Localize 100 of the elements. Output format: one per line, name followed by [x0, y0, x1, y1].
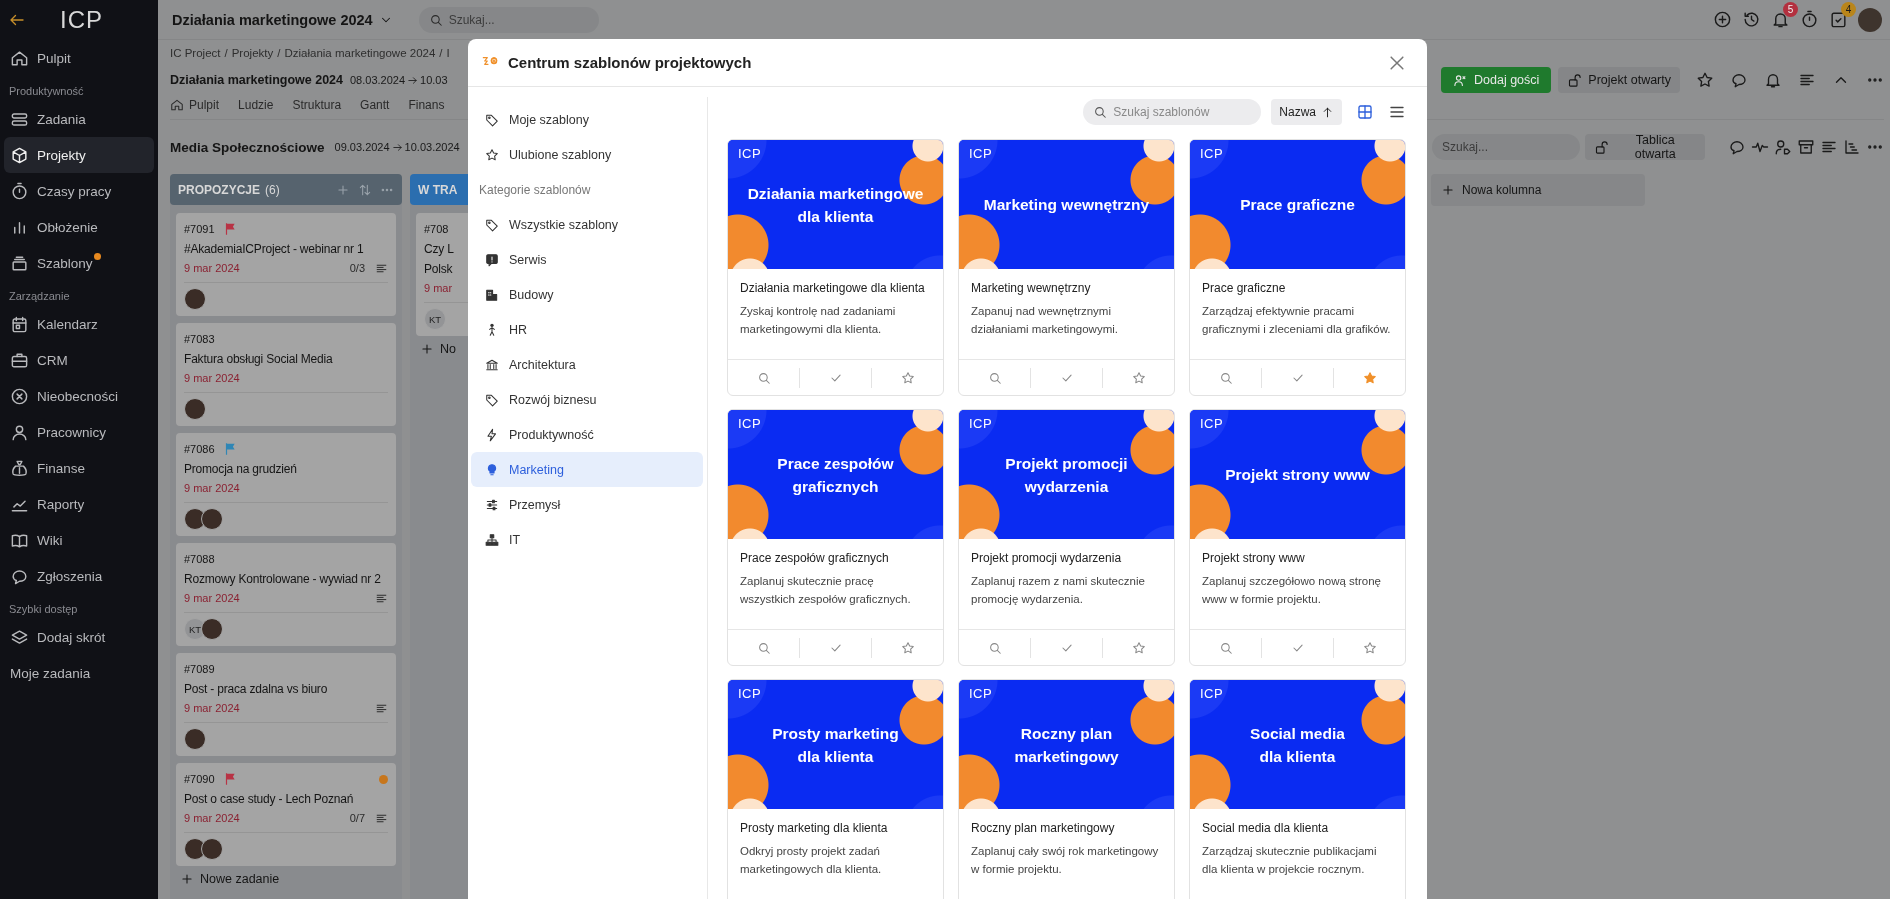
- tab[interactable]: Gantt: [360, 97, 390, 112]
- padlock-icon: [1593, 139, 1609, 155]
- date-text: 10.03: [420, 74, 448, 86]
- sidebar-item[interactable]: Pulpit: [4, 40, 154, 76]
- sidebar-item[interactable]: Finanse: [4, 450, 154, 486]
- sidebar-item[interactable]: Nieobecności: [4, 378, 154, 414]
- breadcrumb-link[interactable]: Działania marketingowe 2024: [284, 47, 436, 59]
- clipboard-check-icon[interactable]: [1829, 10, 1848, 29]
- sidebar-item[interactable]: Raporty: [4, 486, 154, 522]
- date-text: 10.03.2024: [404, 141, 460, 153]
- category-item[interactable]: HR: [471, 312, 703, 347]
- category-item[interactable]: IT: [471, 522, 703, 557]
- category-item[interactable]: Budowy: [471, 277, 703, 312]
- tab[interactable]: Struktura: [292, 97, 342, 112]
- bell-icon[interactable]: [1764, 71, 1782, 89]
- banner-title: Prace zespołów graficznych: [777, 453, 894, 497]
- gantt-icon[interactable]: [1843, 138, 1861, 156]
- banner-logo: ICP: [969, 146, 993, 161]
- breadcrumb-link[interactable]: IC Project: [170, 47, 221, 59]
- plus-circle-icon[interactable]: [1713, 10, 1732, 29]
- banner-logo: ICP: [1200, 146, 1224, 161]
- task-id: #7090: [184, 773, 215, 785]
- sidebar-item[interactable]: Szablony: [4, 245, 154, 281]
- tab[interactable]: Ludzie: [238, 97, 274, 112]
- template-card[interactable]: ICP Prace graficzne Prace graficzne Zarządzaj efektywnie pracami graficznymi i zleceniami dla grafików.: [1189, 139, 1406, 396]
- breadcrumb-link[interactable]: I: [446, 47, 450, 59]
- bell-icon[interactable]: [1771, 10, 1790, 29]
- due-date: 9 mar 2024: [184, 372, 240, 384]
- sidebar-item[interactable]: CRM: [4, 342, 154, 378]
- category-item[interactable]: Produktywność: [471, 417, 703, 452]
- banner-title: Roczny plan marketingowy: [1014, 723, 1119, 767]
- category-item[interactable]: Serwis: [471, 242, 703, 277]
- task-title: Czy L Polsk: [424, 241, 454, 278]
- add-guests-button[interactable]: Dodaj gości: [1441, 67, 1552, 93]
- task-card[interactable]: #7091 #AkademiaICProject - webinar nr 1 9 mar 2024 0/3: [176, 213, 396, 316]
- tab[interactable]: Pulpit: [170, 97, 220, 112]
- template-title: Działania marketingowe dla klienta: [740, 280, 926, 296]
- banner-title: Projekt strony www: [1225, 465, 1370, 485]
- breadcrumb-separator: /: [224, 47, 228, 59]
- task-card[interactable]: #7086 Promocja na grudzień 9 mar 2024: [176, 433, 396, 536]
- sidebar-item[interactable]: Projekty: [4, 137, 154, 173]
- archive-icon[interactable]: [1797, 138, 1815, 156]
- chat-icon[interactable]: [1730, 71, 1748, 89]
- task-id: #7086: [184, 443, 215, 455]
- x-circle-icon: [10, 386, 29, 406]
- lock-button[interactable]: Projekt otwarty: [1558, 67, 1680, 93]
- history-icon[interactable]: [1742, 10, 1761, 29]
- category-item[interactable]: Rozwój biznesu: [471, 382, 703, 417]
- project-selector[interactable]: Działania marketingowe 2024: [172, 11, 393, 28]
- sidebar-item[interactable]: Wiki: [4, 522, 154, 558]
- grid-view-icon[interactable]: [1356, 103, 1374, 121]
- due-date: 9 mar 2024: [184, 812, 240, 824]
- task-card[interactable]: #7088 Rozmowy Kontrolowane - wywiad nr 2 9 mar 2024 KT: [176, 543, 396, 646]
- sidebar-item[interactable]: Zgłoszenia: [4, 558, 154, 594]
- chat-icon[interactable]: [1728, 138, 1746, 156]
- task-id: #7091: [184, 223, 215, 235]
- sidebar-item[interactable]: Moje zadania: [4, 655, 154, 691]
- avatar: [184, 398, 206, 420]
- sidebar-item[interactable]: Zadania: [4, 101, 154, 137]
- sidebar-item[interactable]: Czasy pracy: [4, 173, 154, 209]
- cube-icon: [10, 145, 29, 165]
- building-icon: [485, 287, 499, 302]
- layers-icon: [10, 627, 29, 647]
- add-task-button[interactable]: No: [410, 340, 466, 358]
- new-column-button[interactable]: Nowa kolumna: [1431, 174, 1645, 206]
- category-item[interactable]: Wszystkie szablony: [471, 207, 703, 242]
- category-item[interactable]: Przemysł: [471, 487, 703, 522]
- user-avatar[interactable]: [1858, 7, 1882, 32]
- template-card[interactable]: ICP Prosty marketing dla klienta Prosty marketing dla klienta Odkryj prosty projekt zadań marketingowych dla klienta.: [727, 679, 944, 899]
- sort-button[interactable]: Nazwa: [1271, 99, 1342, 125]
- template-card[interactable]: ICP Roczny plan marketingowy Roczny plan marketingowy Zaplanuj cały swój rok marketingowy w formie projektu.: [958, 679, 1175, 899]
- people-icon: [1453, 72, 1468, 88]
- category-item[interactable]: Moje szablony: [471, 102, 703, 137]
- search-icon: [987, 371, 1002, 385]
- category-item[interactable]: Ulubione szablony: [471, 137, 703, 172]
- project-title: Działania marketingowe 2024: [170, 73, 343, 87]
- date-text: 08.03.2024: [350, 74, 406, 86]
- sidebar-item[interactable]: Dodaj skrót: [4, 619, 154, 655]
- sidebar-item[interactable]: Pracownicy: [4, 414, 154, 450]
- task-card[interactable]: #7090 Post o case study - Lech Poznań 9 mar 2024 0/7: [176, 763, 396, 866]
- star-icon[interactable]: [1696, 71, 1714, 89]
- task-card[interactable]: #7083 Faktura obsługi Social Media 9 mar 2024: [176, 323, 396, 426]
- sidebar-item[interactable]: Obłożenie: [4, 209, 154, 245]
- due-date: 9 mar: [424, 282, 453, 294]
- tab[interactable]: Finans: [408, 97, 445, 112]
- sort-icon[interactable]: [358, 182, 372, 197]
- plus-icon: [1441, 183, 1455, 197]
- template-title: Social media dla klienta: [1202, 820, 1330, 836]
- stopwatch-icon[interactable]: [1800, 10, 1819, 29]
- arrow-right-icon: [391, 141, 403, 153]
- arrow-up-icon: [1321, 105, 1334, 119]
- template-card[interactable]: ICP Social media dla klienta Social media dla klienta Zarządzaj skutecznie publikacjami dla klienta w projekcie rocznym.: [1189, 679, 1406, 899]
- category-item[interactable]: Architektura: [471, 347, 703, 382]
- breadcrumb-link[interactable]: Projekty: [231, 47, 274, 59]
- sidebar-item[interactable]: Kalendarz: [4, 306, 154, 342]
- lock-button[interactable]: Tablica otwarta: [1584, 134, 1705, 160]
- add-task-button[interactable]: Nowe zadanie: [170, 870, 290, 888]
- user-tag-icon[interactable]: [1774, 138, 1792, 156]
- category-item[interactable]: Marketing: [471, 452, 703, 487]
- task-card[interactable]: #7089 Post - praca zdalna vs biuro 9 mar 2024: [176, 653, 396, 756]
